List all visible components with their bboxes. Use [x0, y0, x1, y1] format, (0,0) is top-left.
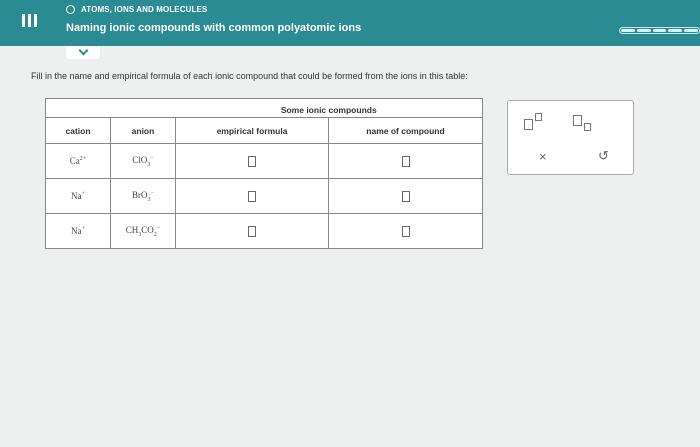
col-header-anion: anion — [110, 117, 176, 144]
progress-bar — [619, 27, 700, 34]
undo-button[interactable]: ↺ — [598, 148, 609, 164]
cation-cell: Na+ — [45, 178, 111, 214]
name-input[interactable] — [401, 190, 410, 202]
instruction-text: Fill in the name and empirical formula o… — [31, 71, 468, 81]
table-caption: Some ionic compounds — [175, 98, 483, 118]
menu-icon[interactable] — [16, 8, 42, 34]
answer-tools-panel: × ↺ — [507, 100, 634, 175]
ionic-compounds-table: Some ionic compounds cation anion empiri… — [45, 98, 483, 249]
anion-cell: CH3CO2− — [110, 213, 176, 249]
formula-input[interactable] — [248, 155, 256, 167]
subscript-icon[interactable] — [573, 115, 591, 131]
chevron-down-icon — [78, 45, 88, 56]
clear-button[interactable]: × — [539, 149, 547, 164]
formula-input[interactable] — [248, 225, 256, 237]
page-title: Naming ionic compounds with common polya… — [66, 22, 362, 34]
cation-cell: Ca2+ — [45, 143, 111, 179]
collapse-toggle[interactable] — [66, 45, 100, 59]
topic-label: ATOMS, IONS AND MOLECULES — [81, 5, 208, 14]
col-header-cation: cation — [45, 117, 111, 144]
anion-cell: BrO3− — [110, 178, 176, 214]
table-row: Na+ CH3CO2− — [45, 213, 483, 249]
formula-input[interactable] — [248, 190, 256, 202]
table-row: Ca2+ ClO3− — [45, 143, 483, 179]
col-header-name: name of compound — [328, 117, 483, 144]
header-bar: ATOMS, IONS AND MOLECULES Naming ionic c… — [0, 0, 700, 46]
circle-icon — [66, 5, 75, 14]
table-row: Na+ BrO3− — [45, 178, 483, 214]
cation-cell: Na+ — [45, 213, 111, 249]
col-header-formula: empirical formula — [175, 117, 329, 144]
superscript-icon[interactable] — [524, 113, 542, 130]
name-input[interactable] — [401, 225, 410, 237]
anion-cell: ClO3− — [110, 143, 176, 179]
name-input[interactable] — [401, 155, 410, 167]
topic-row: ATOMS, IONS AND MOLECULES — [66, 5, 207, 14]
